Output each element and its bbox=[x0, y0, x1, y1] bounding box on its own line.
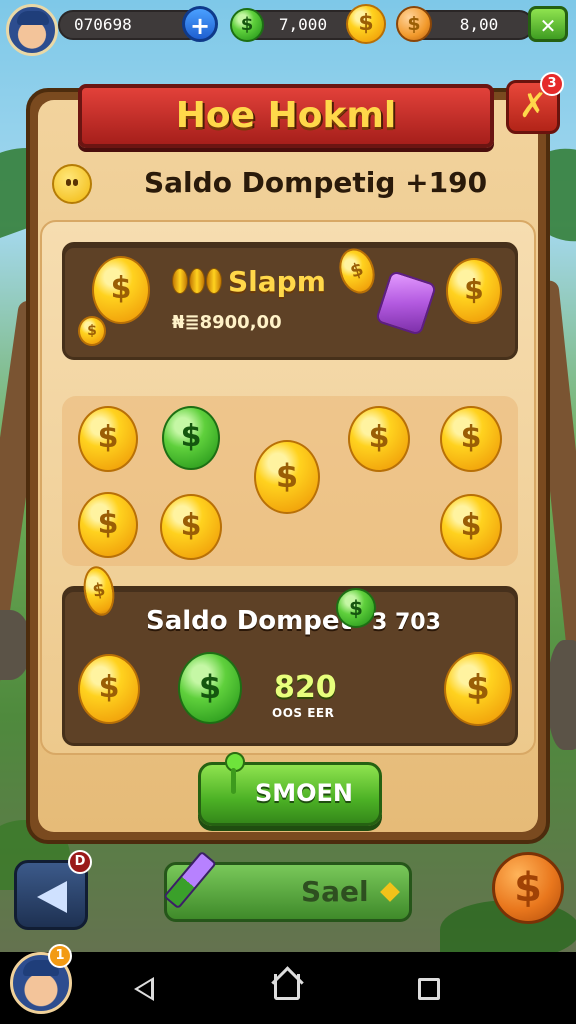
sell-arrow-icon bbox=[380, 882, 400, 902]
gem-balance-value: 8,00 bbox=[459, 15, 499, 34]
reward-name: Slapm bbox=[228, 265, 326, 298]
wallet-coin-left[interactable]: $ bbox=[78, 654, 140, 724]
balance-text: Saldo Dompetig +190 bbox=[144, 166, 488, 199]
player-avatar[interactable] bbox=[6, 4, 58, 56]
grid-coin-center[interactable]: $ bbox=[254, 440, 320, 514]
title-banner: Hoe Hokml bbox=[78, 84, 494, 148]
reward-amount: ₦≣8900,00 bbox=[172, 312, 282, 333]
rock-right bbox=[548, 640, 576, 750]
grid-coin-5[interactable]: $ bbox=[78, 492, 138, 558]
wallet-green-coin-icon: $ bbox=[336, 588, 376, 628]
wallet-coin-green[interactable]: $ bbox=[178, 652, 242, 724]
grid-coin-green[interactable]: $ bbox=[162, 406, 220, 470]
reward-coin-icon-large: $ bbox=[92, 256, 150, 324]
wallet-coin-right[interactable]: $ bbox=[444, 652, 512, 726]
nav-recents-icon[interactable] bbox=[418, 978, 440, 1000]
nav-home-icon[interactable] bbox=[274, 974, 300, 1000]
smiley-icon bbox=[52, 164, 92, 204]
add-label: + bbox=[189, 12, 211, 40]
grid-coin-7[interactable]: $ bbox=[440, 494, 502, 560]
green-coin-icon: $ bbox=[230, 8, 264, 42]
grid-coin-3[interactable]: $ bbox=[348, 406, 410, 472]
profile-badge: 1 bbox=[48, 944, 72, 968]
back-badge: D bbox=[68, 850, 92, 874]
nav-back-icon[interactable] bbox=[134, 977, 154, 1001]
wallet-value: 3 703 bbox=[372, 610, 441, 635]
avatar-cap bbox=[17, 11, 49, 25]
sell-label: Sael bbox=[301, 875, 369, 908]
wallet-caption: OOS EER bbox=[272, 706, 335, 720]
reward-coin-icon-small: $ bbox=[78, 316, 106, 346]
smoen-label: SMOEN bbox=[254, 779, 354, 807]
grid-coin-6[interactable]: $ bbox=[160, 494, 222, 560]
orange-coin-icon: $ bbox=[396, 6, 432, 42]
top-hud: 070698 + 7,000 $ $ 8,00 $ ✕ bbox=[0, 0, 576, 60]
panel-title: Hoe Hokml bbox=[175, 95, 397, 136]
pin-icon bbox=[222, 752, 245, 796]
balance-row: Saldo Dompetig +190 bbox=[52, 160, 512, 214]
shop-coin-button[interactable]: $ bbox=[492, 852, 564, 924]
grid-coin-4[interactable]: $ bbox=[440, 406, 502, 472]
wallet-big-number: 820 bbox=[274, 670, 337, 705]
confirm-label: ✕ bbox=[539, 14, 557, 38]
wallet-title: Saldo Dompet bbox=[146, 606, 352, 636]
add-button[interactable]: + bbox=[182, 6, 218, 42]
confirm-button[interactable]: ✕ bbox=[528, 6, 568, 42]
coin-stack-icon bbox=[172, 266, 224, 296]
close-notification-badge: 3 bbox=[540, 72, 564, 96]
grid-coin-1[interactable]: $ bbox=[78, 406, 138, 472]
gold-coin-icon: $ bbox=[346, 4, 386, 44]
reward-coin-icon-right: $ bbox=[446, 258, 502, 324]
